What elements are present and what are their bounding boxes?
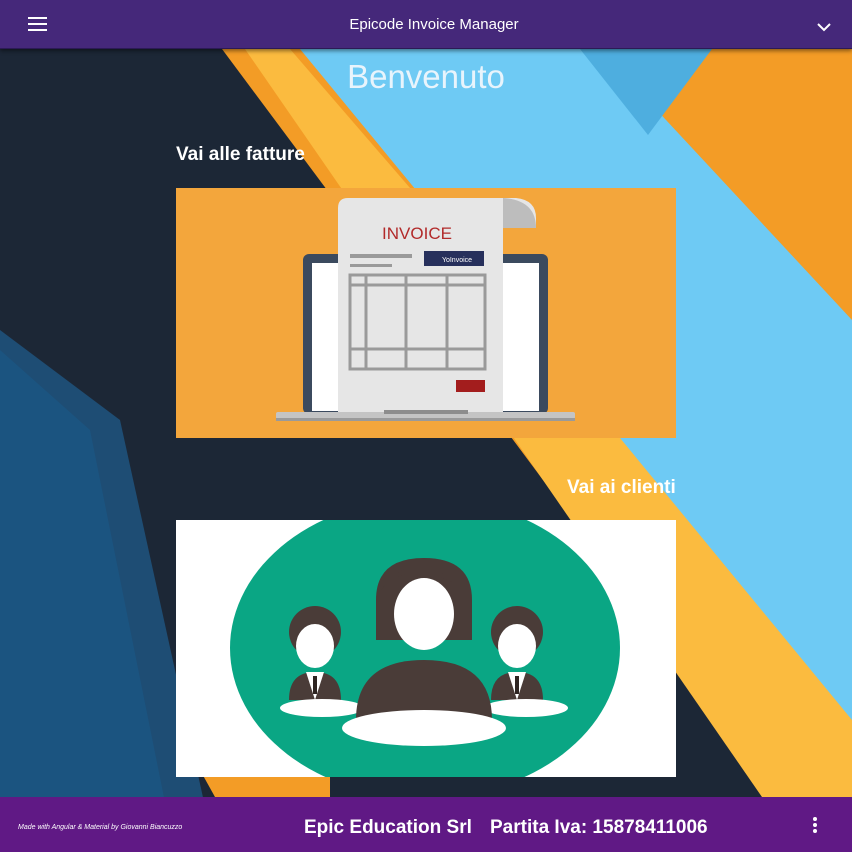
vat-number: Partita Iva: 15878411006 xyxy=(490,817,708,838)
chevron-down-icon[interactable] xyxy=(812,15,836,37)
invoices-card[interactable]: INVOICE YoInvoice xyxy=(176,188,676,438)
credit-text: Made with Angular & Material by Giovanni… xyxy=(18,824,183,831)
invoice-image-title: INVOICE xyxy=(382,224,452,243)
more-vert-icon[interactable] xyxy=(808,817,822,839)
page-title: Benvenuto xyxy=(347,58,505,95)
team-people-icon xyxy=(230,520,620,777)
app-title: Epicode Invoice Manager xyxy=(349,16,519,33)
company-name: Epic Education Srl xyxy=(304,817,472,838)
footer: Made with Angular & Material by Giovanni… xyxy=(0,797,852,852)
clients-link[interactable]: Vai ai clienti xyxy=(567,477,676,499)
invoice-illustration: INVOICE YoInvoice xyxy=(276,198,575,421)
invoices-link[interactable]: Vai alle fatture xyxy=(176,144,305,166)
top-toolbar: Epicode Invoice Manager xyxy=(0,0,852,49)
invoice-brand-label: YoInvoice xyxy=(442,257,472,264)
clients-card[interactable] xyxy=(176,520,676,777)
